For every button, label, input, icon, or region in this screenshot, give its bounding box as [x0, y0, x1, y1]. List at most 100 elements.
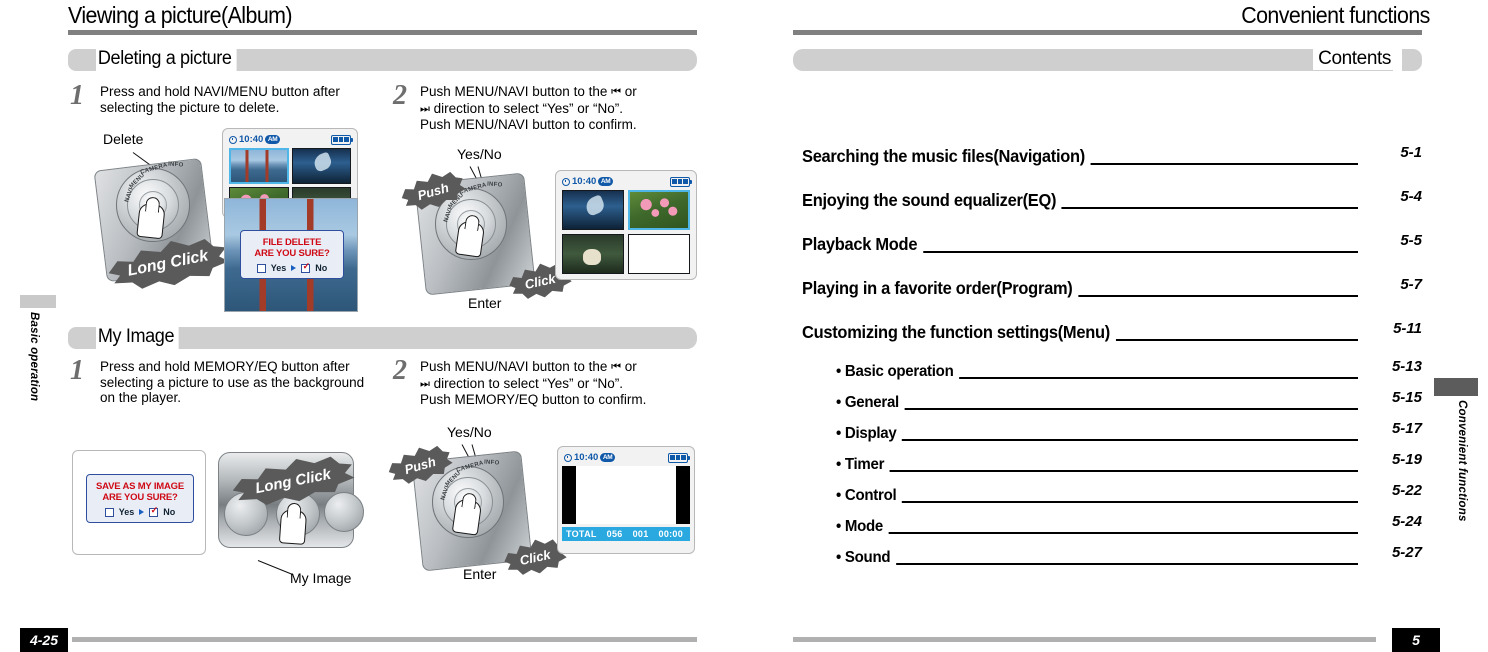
device-illustration-3: Long Click: [218, 452, 364, 572]
delete-dialog-line2: ARE YOU SURE?: [254, 248, 330, 259]
step-number-2b: 2: [393, 355, 407, 386]
contents-entry-sub[interactable]: • Basic operation 5-13: [836, 354, 1422, 385]
myimage-no-label: No: [163, 507, 176, 517]
album-thumbnail[interactable]: [562, 234, 624, 274]
hand-cursor-icon-2: [454, 220, 486, 258]
step-number-1a: 1: [70, 80, 84, 111]
lcd-screen-delete-confirm: FILE DELETE ARE YOU SURE? Yes No: [224, 198, 358, 312]
contents-entry[interactable]: Playing in a favorite order(Program) 5-7: [802, 272, 1422, 303]
page-number-right: 5: [1392, 628, 1440, 652]
myimage-dialog-line1: SAVE AS MY IMAGE: [96, 481, 184, 492]
hand-cursor-icon-4: [451, 498, 483, 536]
contents-label: • Mode: [836, 518, 889, 536]
section-header-myimage: My Image: [68, 324, 697, 350]
page-number-left: 4-25: [20, 628, 68, 652]
album-thumbnail-selected[interactable]: [628, 190, 690, 230]
delete-no-checkbox[interactable]: [301, 261, 311, 273]
right-page: Convenient functions Contents Searching …: [744, 0, 1488, 652]
album-thumbnail-grid-after: [560, 188, 692, 276]
lcd-clock-time-3: 10:40: [574, 452, 599, 463]
contents-entry[interactable]: Playback Mode 5-5: [802, 228, 1422, 259]
contents-entry-sub[interactable]: • Display 5-17: [836, 416, 1422, 447]
total-label: TOTAL: [566, 529, 597, 539]
total-time: 00:00: [658, 529, 684, 539]
callout-yesno-a: Yes/No: [457, 146, 502, 162]
selection-arrow-icon: [291, 265, 297, 271]
section-bar-2: [90, 327, 697, 349]
step-text-1b: Press and hold MEMORY/EQ button after se…: [100, 359, 375, 406]
lcd-clock-3: 10:40 AM: [564, 452, 615, 463]
contents-page: 5-22: [1391, 482, 1422, 499]
step-text-2b: Push MENU/NAVI button to the ⏮ or ⏭ dire…: [420, 359, 700, 408]
contents-label: • Timer: [836, 456, 890, 474]
album-thumbnail[interactable]: [291, 148, 351, 184]
contents-entry-sub[interactable]: • Mode 5-24: [836, 509, 1422, 540]
contents-entry[interactable]: Enjoying the sound equalizer(EQ) 5-4: [802, 184, 1422, 215]
contents-heading-label: Contents: [1313, 48, 1396, 70]
lcd-meridiem-3: AM: [600, 453, 615, 462]
album-thumbnail[interactable]: [628, 234, 690, 274]
delete-dialog-line1: FILE DELETE: [262, 237, 322, 248]
footer-rule-right: [793, 637, 1376, 642]
section-label-myimage: My Image: [96, 324, 179, 350]
ring-label-info-2: INFO: [486, 181, 503, 189]
lcd-statusbar-1: 10:40 AM: [227, 133, 353, 146]
save-as-my-image-dialog: SAVE AS MY IMAGE ARE YOU SURE? Yes No: [86, 474, 194, 523]
next-track-icon-2a: ⏭: [420, 102, 430, 115]
contents-label: Enjoying the sound equalizer(EQ): [802, 190, 1062, 211]
contents-entry-sub[interactable]: • Sound 5-27: [836, 540, 1422, 571]
contents-leader: [836, 501, 1358, 503]
contents-header-cap: [1402, 49, 1422, 71]
album-thumbnail[interactable]: [562, 190, 624, 230]
myimage-yes-checkbox[interactable]: [104, 507, 114, 517]
album-thumbnail-selected[interactable]: [229, 148, 289, 184]
contents-leader: [836, 439, 1358, 441]
section-bar-cap-left-2: [68, 327, 90, 349]
step-number-2a: 2: [393, 80, 407, 111]
contents-label: • Sound: [836, 549, 896, 567]
contents-entry-sub[interactable]: • General 5-15: [836, 385, 1422, 416]
button-mode-camera[interactable]: [324, 492, 364, 532]
contents-entry-sub[interactable]: • Timer 5-19: [836, 447, 1422, 478]
lcd-screen-album-after: 10:40 AM: [555, 170, 697, 280]
lcd-statusbar-2: 10:40 AM: [560, 175, 692, 188]
edge-tab-block-right: [1434, 378, 1478, 396]
step-text-2a-line1-tail: or: [624, 84, 637, 99]
step-text-2b-line3: Push MEMORY/EQ button to confirm.: [420, 392, 647, 407]
contents-page: 5-13: [1391, 358, 1422, 375]
step-number-1b: 1: [70, 355, 84, 386]
contents-entry[interactable]: Searching the music files(Navigation) 5-…: [802, 140, 1422, 171]
callout-my-image: My Image: [290, 570, 352, 586]
playback-photo: [576, 466, 676, 524]
contents-entry[interactable]: Customizing the function settings(Menu) …: [802, 316, 1422, 347]
lcd-clock-1: 10:40 AM: [229, 134, 280, 145]
callout-delete: Delete: [103, 131, 144, 147]
contents-page: 5-15: [1391, 389, 1422, 406]
prev-track-icon-2a: ⏮: [611, 86, 622, 98]
clock-icon-2: [562, 177, 570, 186]
manual-spread: Viewing a picture(Album) Deleting a pict…: [0, 0, 1488, 652]
contents-page: 5-19: [1391, 451, 1422, 468]
section-bar-cap-left: [68, 49, 90, 71]
lcd-clock-2: 10:40 AM: [562, 176, 613, 187]
step-text-2a-line1: Push MENU/NAVI button to the: [420, 84, 608, 99]
battery-icon-1: [331, 134, 353, 145]
edge-tab-label-left: Basic operation: [28, 312, 40, 402]
lcd-meridiem-2: AM: [598, 177, 613, 186]
contents-label: • Basic operation: [836, 363, 960, 381]
ring-label-info-4: INFO: [483, 459, 500, 467]
delete-dialog-options: Yes No: [249, 261, 335, 273]
myimage-no-checkbox[interactable]: [149, 505, 159, 517]
lcd-clock-time-1: 10:40: [239, 134, 264, 145]
contents-entry-sub[interactable]: • Control 5-22: [836, 478, 1422, 509]
contents-leader: [836, 563, 1358, 565]
hand-cursor-icon-1: [136, 202, 166, 240]
contents-page: 5-11: [1393, 320, 1422, 337]
delete-yes-label: Yes: [270, 263, 287, 273]
contents-label: Playing in a favorite order(Program): [802, 278, 1079, 299]
delete-yes-checkbox[interactable]: [256, 263, 266, 273]
page-title-right: Convenient functions: [1241, 2, 1430, 28]
lcd-statusbar-3: 10:40 AM: [562, 451, 690, 464]
playback-photo-area: [562, 466, 690, 524]
device-illustration-4: NAVI MENU CAMERA INFO Push Click: [412, 448, 557, 580]
